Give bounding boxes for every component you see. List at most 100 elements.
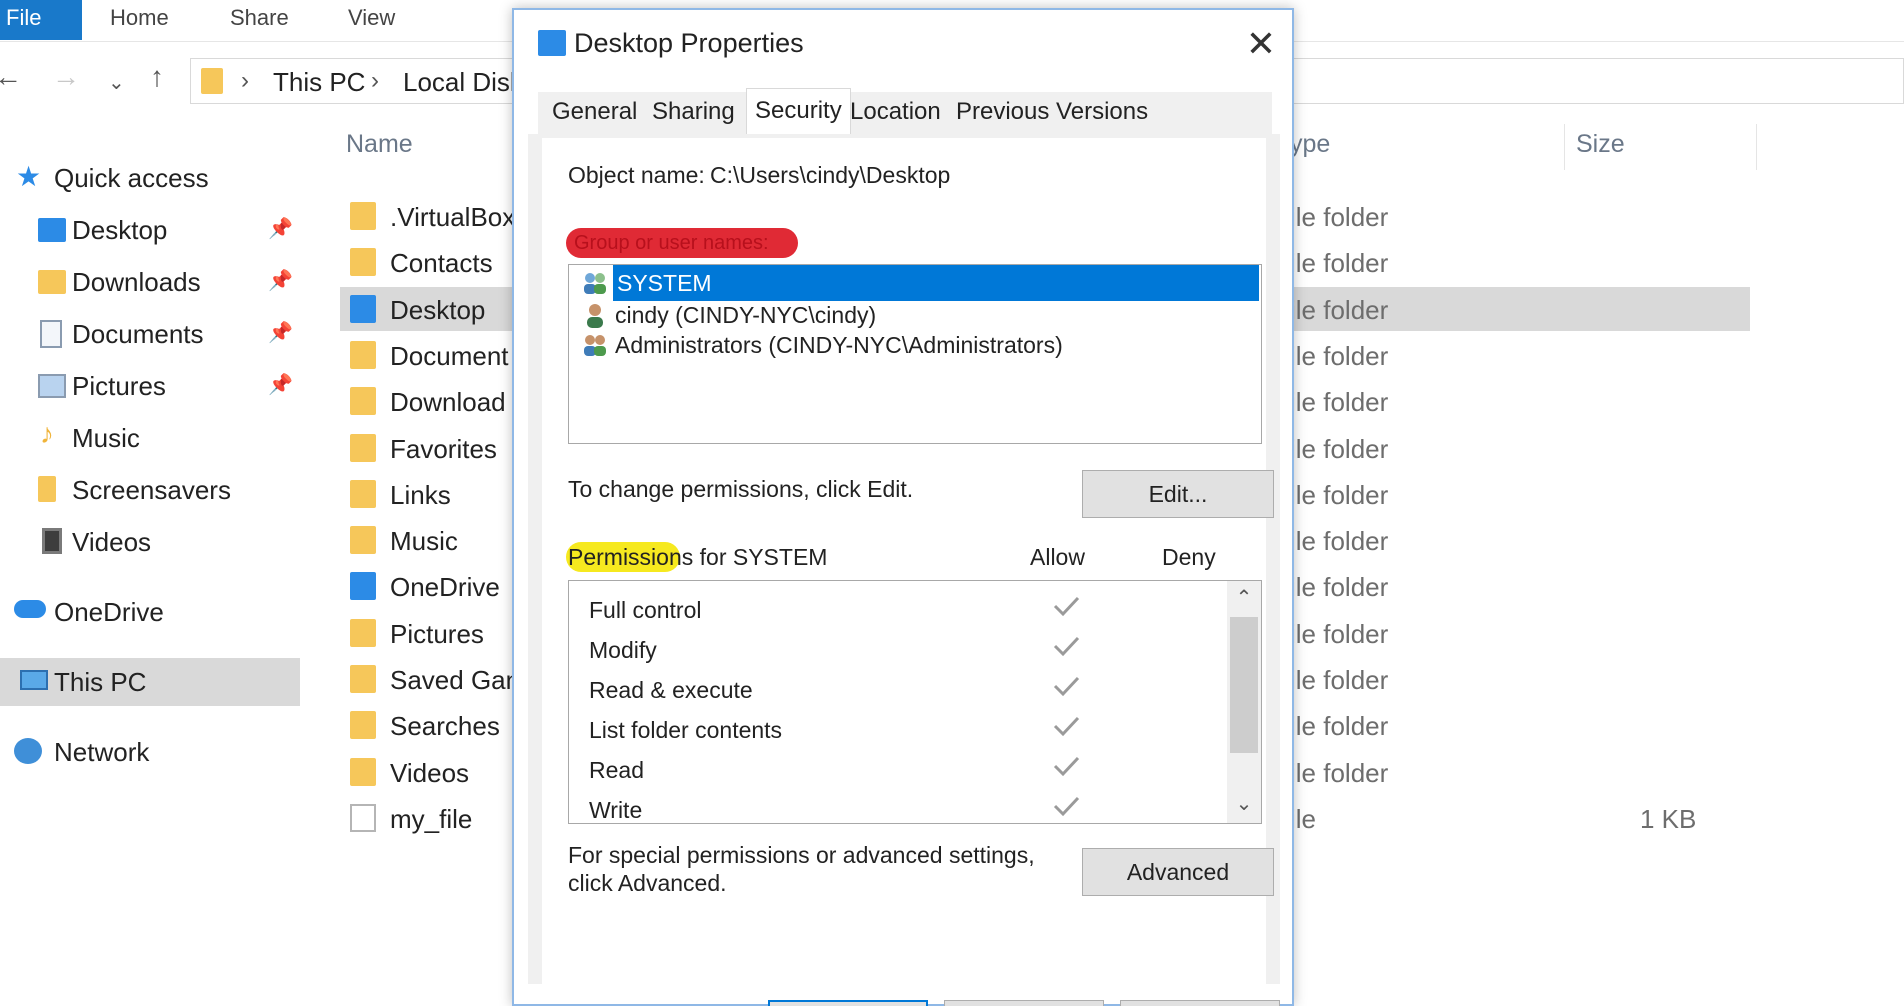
- nav-item-label: Network: [54, 737, 150, 767]
- column-separator[interactable]: [1564, 124, 1565, 170]
- permission-row: Modify: [589, 629, 1209, 669]
- folder-icon: [350, 572, 376, 601]
- permission-name: Full control: [589, 597, 702, 623]
- column-separator[interactable]: [1756, 124, 1757, 170]
- tab-sharing[interactable]: Sharing: [652, 98, 735, 126]
- nav-item-label: Desktop: [72, 215, 168, 245]
- column-header-type[interactable]: ype: [1290, 130, 1330, 159]
- user-item-label: Administrators (CINDY-NYC\Administrators…: [615, 332, 1063, 358]
- file-type: ile folder: [1290, 387, 1389, 418]
- folder-icon: [350, 294, 376, 323]
- folder-icon: [350, 202, 376, 230]
- file-type: ile folder: [1290, 248, 1389, 279]
- nav-item-screensavers[interactable]: Screensavers: [0, 466, 300, 514]
- allow-checkmark-icon: [1051, 631, 1081, 661]
- user-item-administrators[interactable]: Administrators (CINDY-NYC\Administrators…: [577, 327, 1253, 363]
- file-type: ile folder: [1290, 526, 1389, 557]
- file-name: Pictures: [390, 618, 484, 649]
- tab-location[interactable]: Location: [850, 98, 941, 126]
- navigation-pane: ★ Quick access Desktop 📌 Downloads 📌 Doc…: [0, 140, 300, 1006]
- file-name: .VirtualBox: [390, 202, 516, 232]
- close-button[interactable]: ✕: [1236, 22, 1286, 68]
- folder-icon: [350, 387, 376, 416]
- breadcrumb-this-pc[interactable]: This PC: [273, 67, 365, 98]
- nav-item-desktop[interactable]: Desktop 📌: [0, 206, 300, 254]
- nav-item-quick-access[interactable]: ★ Quick access: [0, 154, 300, 202]
- allow-checkmark-icon: [1051, 671, 1081, 701]
- user-list[interactable]: SYSTEM cindy (CINDY-NYC\cindy) Administr…: [568, 264, 1262, 444]
- nav-item-downloads[interactable]: Downloads 📌: [0, 258, 300, 306]
- folder-icon: [350, 248, 376, 277]
- breadcrumb-chevron-icon[interactable]: ›: [371, 67, 379, 95]
- nav-item-videos[interactable]: Videos: [0, 518, 300, 566]
- scroll-up-icon[interactable]: ⌃: [1227, 581, 1261, 615]
- ribbon-tab-file[interactable]: File: [0, 0, 82, 40]
- nav-item-music[interactable]: ♪ Music: [0, 414, 300, 462]
- star-icon: ★: [16, 161, 42, 192]
- pictures-folder-icon: [38, 374, 66, 398]
- nav-item-label: OneDrive: [54, 597, 164, 627]
- dialog-title: Desktop Properties: [574, 28, 804, 58]
- folder-icon: [350, 757, 376, 786]
- deny-column-header: Deny: [1162, 544, 1216, 570]
- column-header-name[interactable]: Name: [346, 130, 413, 159]
- documents-folder-icon: [40, 320, 62, 348]
- back-arrow-icon[interactable]: ←: [0, 62, 22, 92]
- security-tab-panel: Object name: C:\Users\cindy\Desktop Grou…: [528, 134, 1280, 984]
- nav-item-label: Documents: [72, 319, 204, 349]
- cloud-icon: [14, 600, 46, 618]
- ribbon-tab-view[interactable]: View: [348, 0, 395, 40]
- ok-button[interactable]: [768, 1000, 928, 1006]
- music-folder-icon: ♪: [40, 418, 54, 449]
- downloads-folder-icon: [38, 270, 66, 294]
- file-name: Contacts: [390, 248, 493, 279]
- desktop-folder-icon: [38, 218, 66, 242]
- folder-icon: [201, 68, 223, 94]
- permission-name: List folder contents: [589, 717, 783, 743]
- ribbon-tab-home[interactable]: Home: [110, 0, 169, 40]
- file-name: Links: [390, 479, 451, 510]
- nav-item-this-pc[interactable]: This PC: [0, 658, 300, 706]
- advanced-button[interactable]: Advanced: [1082, 848, 1274, 896]
- ribbon-tab-share[interactable]: Share: [230, 0, 289, 40]
- tab-general[interactable]: General: [552, 98, 637, 126]
- nav-item-network[interactable]: Network: [0, 728, 300, 776]
- apply-button[interactable]: [1120, 1000, 1280, 1006]
- permission-name: Modify: [589, 637, 657, 663]
- file-type: ile folder: [1290, 711, 1389, 742]
- change-permissions-text: To change permissions, click Edit.: [568, 476, 914, 502]
- allow-checkmark-icon: [1051, 711, 1081, 741]
- permission-row: Write: [589, 789, 1209, 823]
- file-type: ile folder: [1290, 340, 1389, 371]
- recent-locations-chevron-icon[interactable]: ⌄: [108, 68, 125, 98]
- tab-security[interactable]: Security: [746, 88, 851, 134]
- cancel-button[interactable]: [944, 1000, 1104, 1006]
- tab-previous-versions[interactable]: Previous Versions: [956, 98, 1148, 126]
- nav-item-pictures[interactable]: Pictures 📌: [0, 362, 300, 410]
- nav-item-label: Screensavers: [72, 475, 231, 505]
- up-arrow-icon[interactable]: ↑: [150, 62, 164, 92]
- users-group-icon: [581, 331, 609, 359]
- videos-folder-icon: [42, 528, 62, 554]
- nav-item-onedrive[interactable]: OneDrive: [0, 588, 300, 636]
- file-name: Desktop: [390, 294, 486, 325]
- file-name: Document: [390, 340, 509, 371]
- permissions-title: Permissions for SYSTEM: [568, 544, 828, 570]
- scroll-down-icon[interactable]: ⌄: [1227, 787, 1261, 821]
- network-icon: [14, 738, 42, 764]
- forward-arrow-icon[interactable]: →: [52, 62, 80, 92]
- file-type: ile folder: [1290, 665, 1389, 695]
- nav-item-documents[interactable]: Documents 📌: [0, 310, 300, 358]
- breadcrumb-local-disk[interactable]: Local Disk: [403, 67, 523, 98]
- file-type: ile folder: [1290, 572, 1389, 603]
- scroll-thumb[interactable]: [1230, 617, 1258, 753]
- permission-row: Read & execute: [589, 669, 1209, 709]
- column-header-size[interactable]: Size: [1576, 130, 1625, 159]
- breadcrumb-chevron-icon[interactable]: ›: [241, 67, 249, 95]
- object-name-value: C:\Users\cindy\Desktop: [710, 162, 951, 188]
- user-item-system[interactable]: SYSTEM: [577, 265, 1259, 301]
- folder-icon: [350, 665, 376, 693]
- permissions-scrollbar[interactable]: ⌃ ⌄: [1227, 581, 1261, 823]
- edit-button[interactable]: Edit...: [1082, 470, 1274, 518]
- permissions-list[interactable]: Full control Modify Read & execute List fol…: [568, 580, 1262, 824]
